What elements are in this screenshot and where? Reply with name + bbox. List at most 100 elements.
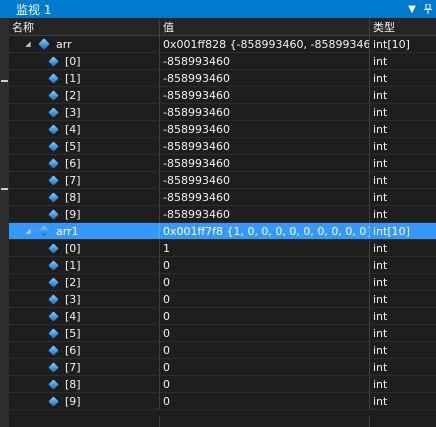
watch-element-row[interactable]: [7] -858993460 int [9, 172, 436, 189]
value-cell[interactable]: -858993460 [160, 189, 370, 205]
watch-element-row[interactable]: [8] 0 int [9, 376, 436, 393]
value-cell[interactable]: 0 [160, 393, 370, 409]
value-cell[interactable]: 0 [160, 308, 370, 324]
watch-element-row[interactable]: [4] 0 int [9, 308, 436, 325]
variable-name: [9] [65, 207, 81, 221]
variable-name: arr1 [56, 224, 79, 238]
watch-element-row[interactable]: [2] 0 int [9, 274, 436, 291]
column-header-name[interactable]: 名称 [9, 18, 160, 35]
watch-element-row[interactable]: [3] -858993460 int [9, 104, 436, 121]
value-cell[interactable]: -858993460 [160, 104, 370, 120]
value-cell[interactable]: 0 [160, 257, 370, 273]
variable-cube-icon [48, 276, 59, 288]
dropdown-icon[interactable]: ▼ [404, 0, 420, 18]
name-cell: [1] [9, 257, 160, 273]
variable-name: [3] [65, 292, 81, 306]
name-cell: ◢ arr1 [9, 223, 160, 239]
type-cell: int [373, 241, 388, 255]
type-cell: int [373, 326, 388, 340]
column-header-row: 名称 值 类型 [9, 18, 436, 36]
column-header-type[interactable]: 类型 [370, 18, 436, 35]
variable-cube-icon [48, 106, 59, 118]
watch-element-row[interactable]: [5] -858993460 int [9, 138, 436, 155]
value-cell[interactable]: 0 [160, 291, 370, 307]
value-cell[interactable]: 0x001ff828 {-858993460, -858993460, ... [160, 36, 370, 52]
watch-element-row[interactable]: [4] -858993460 int [9, 121, 436, 138]
watch-element-row[interactable]: [6] -858993460 int [9, 155, 436, 172]
value-cell[interactable]: -858993460 [160, 172, 370, 188]
variable-name: [5] [65, 139, 81, 153]
watch-window-titlebar[interactable]: 监视 1 ▼ [0, 0, 436, 18]
watch-element-row[interactable]: [9] -858993460 int [9, 206, 436, 223]
watch-element-row[interactable]: [1] -858993460 int [9, 70, 436, 87]
variable-cube-icon [48, 293, 59, 305]
expand-collapse-icon[interactable]: ◢ [23, 227, 33, 235]
type-cell: int [373, 394, 388, 408]
watch-element-row[interactable]: [2] -858993460 int [9, 87, 436, 104]
watch-element-row[interactable]: [3] 0 int [9, 291, 436, 308]
name-cell: [5] [9, 325, 160, 341]
name-cell: [2] [9, 274, 160, 290]
name-cell: [8] [9, 189, 160, 205]
variable-name: [4] [65, 122, 81, 136]
type-cell: int [373, 105, 388, 119]
watch-element-row[interactable]: [9] 0 int [9, 393, 436, 410]
variable-name: [9] [65, 394, 81, 408]
value-cell[interactable]: 0 [160, 325, 370, 341]
value-cell[interactable]: 0 [160, 342, 370, 358]
name-cell: ◢ arr [9, 36, 160, 52]
variable-name: [0] [65, 54, 81, 68]
value-cell[interactable]: -858993460 [160, 53, 370, 69]
variable-name: [1] [65, 71, 81, 85]
value-cell[interactable]: -858993460 [160, 206, 370, 222]
watch-element-row[interactable]: [0] 1 int [9, 240, 436, 257]
value-cell[interactable]: 0 [160, 274, 370, 290]
value-cell[interactable]: -858993460 [160, 155, 370, 171]
watch-element-row[interactable]: [6] 0 int [9, 342, 436, 359]
variable-cube-icon [48, 55, 59, 67]
type-cell: int [373, 360, 388, 374]
variable-name: [0] [65, 241, 81, 255]
grid-empty-area [9, 416, 436, 427]
value-cell[interactable]: -858993460 [160, 138, 370, 154]
variable-cube-icon [48, 327, 59, 339]
variable-cube-icon [48, 242, 59, 254]
watch-element-row[interactable]: [5] 0 int [9, 325, 436, 342]
type-cell: int[10] [373, 224, 410, 238]
variable-name: [8] [65, 190, 81, 204]
name-cell: [6] [9, 342, 160, 358]
variable-name: [4] [65, 309, 81, 323]
watch-element-row[interactable]: [0] -858993460 int [9, 53, 436, 70]
watch-element-row[interactable]: [7] 0 int [9, 359, 436, 376]
value-cell[interactable]: -858993460 [160, 87, 370, 103]
value-cell[interactable]: 0x001ff7f8 {1, 0, 0, 0, 0, 0, 0, 0, 0, 0… [160, 223, 370, 239]
value-cell[interactable]: 0 [160, 376, 370, 392]
type-cell: int [373, 258, 388, 272]
expand-collapse-icon[interactable]: ◢ [23, 40, 33, 48]
type-cell: int [373, 292, 388, 306]
variable-name: [5] [65, 326, 81, 340]
type-cell: int [373, 309, 388, 323]
variable-cube-icon [48, 157, 59, 169]
type-cell: int [373, 343, 388, 357]
variable-cube-icon [38, 38, 50, 50]
dock-marker [1, 188, 8, 190]
pin-icon[interactable] [420, 0, 436, 18]
value-cell[interactable]: 0 [160, 359, 370, 375]
variable-cube-icon [48, 89, 59, 101]
value-cell[interactable]: -858993460 [160, 70, 370, 86]
watch-variable-row[interactable]: ◢ arr1 0x001ff7f8 {1, 0, 0, 0, 0, 0, 0, 0,… [9, 223, 436, 240]
column-header-value[interactable]: 值 [160, 18, 370, 35]
value-cell[interactable]: 1 [160, 240, 370, 256]
watch-variable-row[interactable]: ◢ arr 0x001ff828 {-858993460, -858993460, … [9, 36, 436, 53]
name-cell: [2] [9, 87, 160, 103]
type-cell: int [373, 54, 388, 68]
watch-element-row[interactable]: [1] 0 int [9, 257, 436, 274]
watch-rows: ◢ arr 0x001ff828 {-858993460, -858993460, … [9, 36, 436, 410]
value-cell[interactable]: -858993460 [160, 121, 370, 137]
name-cell: [7] [9, 172, 160, 188]
variable-cube-icon [48, 208, 59, 220]
type-cell: int [373, 139, 388, 153]
watch-element-row[interactable]: [8] -858993460 int [9, 189, 436, 206]
variable-cube-icon [48, 310, 59, 322]
